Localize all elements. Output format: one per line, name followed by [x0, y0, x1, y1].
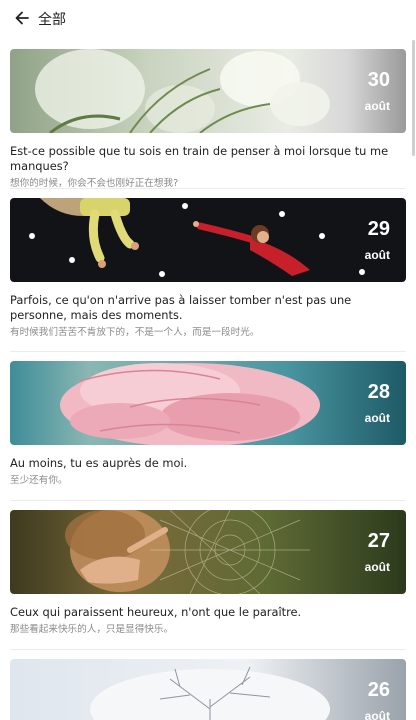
date-month: août [364, 248, 390, 262]
date-day: 27 [367, 530, 390, 552]
quote-french: Au moins, tu es auprès de moi. [10, 456, 188, 470]
date-month: août [364, 709, 390, 720]
quote-list[interactable]: 30 août Est-ce possible que tu sois en t… [0, 36, 416, 720]
card-banner-image: 28 août [10, 361, 406, 445]
date-month: août [364, 560, 390, 574]
quote-card[interactable]: 30 août Est-ce possible que tu sois en t… [10, 49, 406, 191]
quote-french: Est-ce possible que tu sois en train de … [10, 144, 389, 173]
divider [10, 649, 406, 650]
quote-card[interactable]: 26 août [10, 659, 406, 720]
scrollbar[interactable] [412, 40, 415, 156]
quote-card[interactable]: 29 août Parfois, ce qu'on n'arrive pas à… [10, 198, 406, 340]
quote-card[interactable]: 28 août Au moins, tu es auprès de moi. 至… [10, 361, 406, 488]
arrow-left-icon [15, 11, 29, 25]
date-day: 28 [367, 381, 390, 403]
page-title: 全部 [38, 12, 66, 28]
divider [10, 188, 406, 189]
quote-chinese: 至少还有你。 [10, 475, 68, 486]
date-month: août [364, 99, 390, 113]
back-button[interactable] [12, 8, 32, 28]
date-day: 29 [367, 218, 390, 240]
app-bar: 全部 [0, 0, 416, 36]
card-banner-image: 26 août [10, 659, 406, 720]
divider [10, 500, 406, 501]
card-banner-image: 30 août [10, 49, 406, 133]
card-banner-image: 29 août [10, 198, 406, 282]
quote-french: Ceux qui paraissent heureux, n'ont que l… [10, 605, 302, 619]
card-banner-image: 27 août [10, 510, 406, 594]
date-day: 26 [367, 679, 390, 701]
divider [10, 351, 406, 352]
quote-card[interactable]: 27 août Ceux qui paraissent heureux, n'o… [10, 510, 406, 637]
quote-chinese: 有时候我们苦苦不肯放下的，不是一个人，而是一段时光。 [10, 327, 260, 338]
quote-chinese: 那些看起来快乐的人，只是显得快乐。 [10, 624, 174, 635]
date-day: 30 [367, 69, 390, 91]
date-month: août [364, 411, 390, 425]
quote-french: Parfois, ce qu'on n'arrive pas à laisser… [10, 293, 352, 322]
